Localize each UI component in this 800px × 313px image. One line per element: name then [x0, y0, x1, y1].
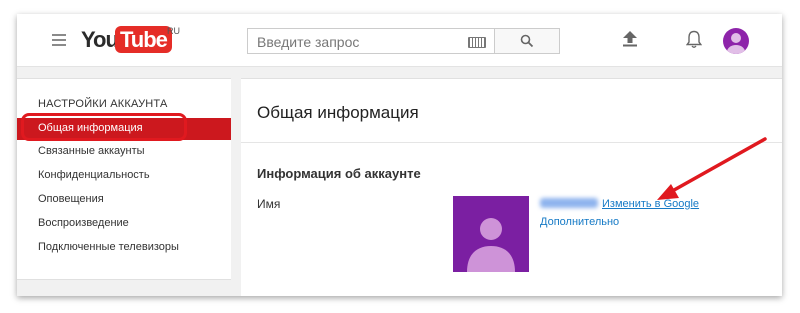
sidebar-item-privacy[interactable]: Конфиденциальность — [17, 165, 231, 187]
change-in-google-link[interactable]: Изменить в Google — [602, 198, 699, 210]
sidebar-item-label: Подключенные телевизоры — [38, 241, 179, 253]
blurred-username — [540, 198, 598, 208]
logo-tube-text: Tube — [115, 26, 172, 53]
main-panel: Общая информация Информация об аккаунте … — [241, 78, 782, 296]
sidebar-item-label: Связанные аккаунты — [38, 145, 145, 157]
sidebar-item-connected-tvs[interactable]: Подключенные телевизоры — [17, 237, 231, 259]
search-box — [247, 28, 495, 54]
divider — [241, 142, 782, 143]
search-input[interactable] — [255, 32, 459, 52]
menu-icon[interactable] — [52, 34, 66, 46]
upload-icon[interactable] — [623, 31, 637, 47]
logo-you-text: You — [81, 27, 119, 52]
user-silhouette-icon — [727, 33, 745, 54]
sidebar-item-label: Общая информация — [38, 122, 143, 134]
sidebar-item-label: Конфиденциальность — [38, 169, 150, 181]
sidebar-item-label: Оповещения — [38, 193, 104, 205]
sidebar-item-notifications[interactable]: Оповещения — [17, 189, 231, 211]
sidebar-item-playback[interactable]: Воспроизведение — [17, 213, 231, 235]
search-icon — [520, 34, 534, 48]
sidebar-item-label: Воспроизведение — [38, 217, 129, 229]
browser-frame: You Tube RU НАСТ — [17, 14, 782, 296]
user-silhouette-icon — [467, 218, 515, 272]
sidebar-heading: НАСТРОЙКИ АККАУНТА — [38, 98, 168, 110]
top-header: You Tube RU — [17, 14, 782, 67]
bell-icon[interactable] — [686, 30, 702, 49]
section-title: Информация об аккаунте — [257, 166, 421, 181]
more-link[interactable]: Дополнительно — [540, 216, 619, 228]
sidebar-item-linked-accounts[interactable]: Связанные аккаунты — [17, 141, 231, 163]
profile-picture[interactable] — [453, 196, 529, 272]
avatar[interactable] — [723, 28, 749, 54]
sidebar-item-general-info[interactable]: Общая информация — [17, 118, 231, 140]
logo-region: RU — [167, 26, 180, 36]
settings-sidebar: НАСТРОЙКИ АККАУНТА Общая информация Связ… — [17, 78, 231, 280]
search-button[interactable] — [495, 28, 560, 54]
keyboard-icon[interactable] — [468, 37, 486, 48]
name-label: Имя — [257, 197, 281, 211]
page-title: Общая информация — [257, 103, 419, 122]
